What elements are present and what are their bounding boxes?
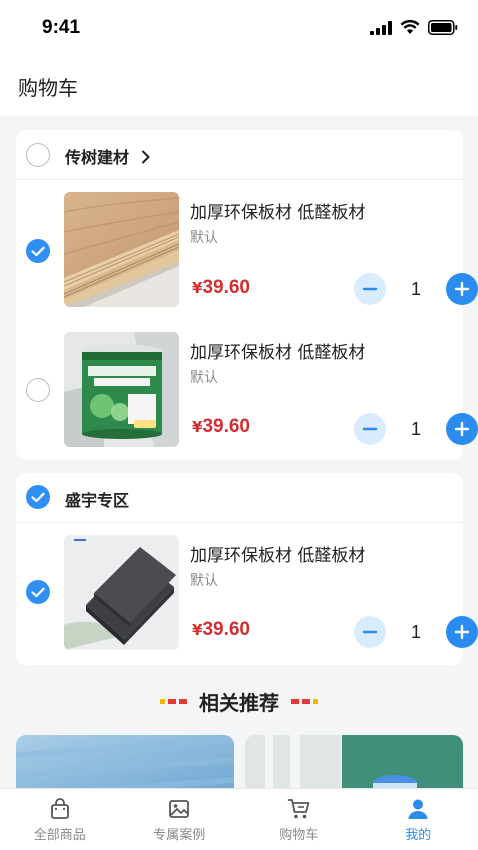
cart-item: 加厚环保板材 低醛板材 默认 ¥39.60 1 [16,180,478,310]
price-value: 39.60 [202,277,250,298]
signal-icon [370,20,392,35]
price-value: 39.60 [202,619,250,640]
product-title[interactable]: 加厚环保板材 低醛板材 [190,338,365,363]
status-bar: 9:41 [0,0,478,56]
store-header[interactable]: 传树建材 [16,130,463,180]
plus-icon [454,624,470,640]
recommend-header: 相关推荐 [0,683,478,719]
store-name-label: 传树建材 [65,148,130,167]
tab-bar: 全部商品 专属案例 购物车 我的 [0,788,478,850]
tab-all-products[interactable]: 全部商品 [0,789,120,850]
tab-label: 专属案例 [153,828,206,843]
item-select-checkbox[interactable] [26,239,50,263]
status-icons [370,20,458,35]
quantity-stepper: 1 [354,616,478,648]
currency-symbol: ¥ [192,418,203,436]
check-icon [31,246,45,256]
check-icon [31,492,45,502]
store-name[interactable]: 盛宇专区 [65,487,129,511]
quantity-stepper: 1 [354,273,478,305]
tab-label: 购物车 [279,828,319,843]
cart-item: 加厚环保板材 低醛板材 默认 ¥39.60 1 [16,523,478,653]
product-spec: 默认 [190,230,218,246]
tab-label: 我的 [405,828,432,843]
quantity-value[interactable]: 1 [386,279,446,300]
minus-icon [362,427,378,431]
plus-icon [454,281,470,297]
product-image-paint-bucket[interactable] [64,332,179,447]
decor-dots-left [160,698,187,704]
product-image-foam-panel[interactable] [64,535,179,650]
cart-item: 加厚环保板材 低醛板材 默认 ¥39.60 1 [16,320,478,450]
recommend-card[interactable] [245,735,463,795]
recommend-card[interactable] [16,735,234,795]
price-value: 39.60 [202,416,250,437]
item-select-checkbox[interactable] [26,580,50,604]
decrease-button[interactable] [354,273,386,305]
store-card: 盛宇专区 加厚环保板材 低醛板材 默认 ¥39.60 1 [16,473,478,665]
currency-symbol: ¥ [192,621,203,639]
currency-symbol: ¥ [192,279,203,297]
quantity-stepper: 1 [354,413,478,445]
product-image-wood-board[interactable] [64,192,179,307]
tab-cart[interactable]: 购物车 [239,789,359,850]
bag-icon [50,798,69,819]
decrease-button[interactable] [354,616,386,648]
tab-profile[interactable]: 我的 [359,789,478,850]
page-title: 购物车 [18,76,78,100]
increase-button[interactable] [446,616,478,648]
product-spec: 默认 [190,370,218,386]
product-title[interactable]: 加厚环保板材 低醛板材 [190,198,365,223]
store-select-checkbox[interactable] [26,485,50,509]
product-price: ¥39.60 [192,619,250,641]
product-spec: 默认 [190,573,218,589]
check-icon [31,587,45,597]
user-icon [408,799,428,819]
decrease-button[interactable] [354,413,386,445]
nav-bar: 购物车 [0,56,478,116]
minus-icon [362,630,378,634]
store-header[interactable]: 盛宇专区 [16,473,463,523]
quantity-value[interactable]: 1 [386,419,446,440]
increase-button[interactable] [446,273,478,305]
increase-button[interactable] [446,413,478,445]
store-name[interactable]: 传树建材 [65,144,151,168]
battery-icon [428,20,458,35]
chevron-right-icon [141,150,150,164]
store-card: 传树建材 加厚环保板材 低醛板材 默认 ¥39.60 1 加厚环保板材 低醛板材… [16,130,478,460]
quantity-value[interactable]: 1 [386,622,446,643]
picture-icon [169,800,190,818]
status-time: 9:41 [42,17,81,38]
product-title[interactable]: 加厚环保板材 低醛板材 [190,541,365,566]
wifi-icon [400,20,420,34]
tab-label: 全部商品 [33,828,86,843]
item-select-checkbox[interactable] [26,378,50,402]
plus-icon [454,421,470,437]
product-price: ¥39.60 [192,416,250,438]
cart-icon [287,799,310,819]
recommend-title: 相关推荐 [199,690,279,715]
minus-icon [362,287,378,291]
product-price: ¥39.60 [192,277,250,299]
tab-cases[interactable]: 专属案例 [120,789,240,850]
decor-dots-right [291,698,318,704]
store-select-checkbox[interactable] [26,143,50,167]
